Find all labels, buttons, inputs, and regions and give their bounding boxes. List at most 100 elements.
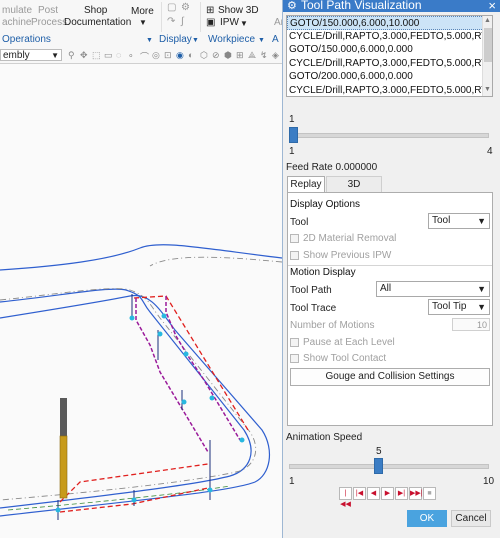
- curve-icon[interactable]: ∫: [181, 16, 184, 27]
- step-back-button[interactable]: |◀: [353, 487, 366, 500]
- step-forward-button[interactable]: ▶|: [395, 487, 408, 500]
- ipw-label[interactable]: IPW: [220, 17, 239, 28]
- operations-group-dropdown-icon[interactable]: ▼: [146, 35, 153, 46]
- camera-icon[interactable]: ◈: [272, 50, 279, 61]
- play-forward-button[interactable]: ▶: [381, 487, 394, 500]
- display-group-label[interactable]: Display: [159, 34, 192, 45]
- dialog-titlebar[interactable]: ⚙ Tool Path Visualization ×: [283, 0, 500, 13]
- cube-icon[interactable]: ⬢: [224, 50, 232, 61]
- more-label[interactable]: More: [131, 6, 154, 17]
- snap-icon[interactable]: ✥: [80, 50, 88, 61]
- listing-scrollbar[interactable]: ▲ ▼: [482, 16, 492, 96]
- direction-line-1: [57, 294, 211, 520]
- filter-icon[interactable]: ⚲: [68, 50, 75, 61]
- post-label[interactable]: Post: [38, 5, 58, 16]
- list-item[interactable]: GOTO/200.000,6.000,0.000: [287, 70, 492, 84]
- tool-dropdown[interactable]: Tool ▼: [428, 213, 490, 229]
- box-select-icon[interactable]: ▭: [104, 50, 113, 61]
- workpiece-group-dropdown-icon[interactable]: ▼: [258, 35, 265, 46]
- tab-replay[interactable]: Replay: [287, 176, 325, 192]
- grid-icon[interactable]: ⊞: [236, 50, 244, 61]
- feed-move-1: [135, 298, 209, 453]
- select-icon[interactable]: ⬚: [92, 50, 101, 61]
- close-icon[interactable]: ×: [488, 0, 496, 13]
- show-tool-contact-checkbox[interactable]: [290, 354, 299, 363]
- tool-dropdown-value: Tool: [432, 215, 451, 226]
- redo-icon[interactable]: ↷: [167, 16, 175, 27]
- list-item[interactable]: CYCLE/Drill,RAPTO,3.000,FEDTO,5.000,RTRC…: [287, 30, 492, 44]
- section-icon[interactable]: ⊘: [212, 50, 220, 61]
- animation-speed-track[interactable]: [289, 464, 489, 469]
- part-outline-outer: [0, 244, 282, 271]
- scroll-down-icon[interactable]: ▼: [484, 86, 491, 93]
- animation-speed-thumb[interactable]: [373, 458, 383, 474]
- chevron-down-icon: ▼: [477, 302, 486, 312]
- layer-icon[interactable]: ▢: [167, 2, 176, 13]
- workpiece-group-label[interactable]: Workpiece: [208, 34, 255, 45]
- show3d-icon[interactable]: ⊞: [206, 5, 214, 16]
- number-of-motions-value: 10: [476, 320, 487, 330]
- list-item[interactable]: GOTO/150.000,6.000,10.000: [287, 16, 492, 30]
- process-label[interactable]: Process: [31, 17, 67, 28]
- tool-path-dropdown[interactable]: All ▼: [376, 281, 490, 297]
- walk-icon[interactable]: ↯: [260, 50, 268, 61]
- rewind-to-start-button[interactable]: |◀◀: [339, 487, 352, 508]
- more-dropdown-icon[interactable]: ▼: [139, 17, 147, 28]
- triad-icon[interactable]: ⟁: [248, 50, 256, 61]
- cancel-button[interactable]: Cancel: [451, 510, 491, 527]
- tool-trace-dropdown[interactable]: Tool Tip ▼: [428, 299, 490, 315]
- fit-icon[interactable]: ⊡: [164, 50, 172, 61]
- scrollbar-thumb[interactable]: [484, 28, 492, 62]
- tool-path-label: Tool Path: [290, 285, 332, 296]
- ipw-dropdown-icon[interactable]: ▼: [240, 18, 248, 29]
- point-icon[interactable]: ∘: [128, 50, 134, 61]
- show3d-label[interactable]: Show 3D: [218, 5, 259, 16]
- gear-icon[interactable]: ⚙: [287, 0, 297, 12]
- tab-3d-dynamic[interactable]: 3D Dynamic: [326, 176, 382, 206]
- graphics-window[interactable]: [0, 64, 282, 538]
- fast-forward-end-button[interactable]: ▶▶|: [409, 487, 423, 500]
- number-of-motions-field[interactable]: 10: [452, 318, 490, 331]
- ribbon: mulate achine Post Process Shop Document…: [0, 0, 284, 48]
- machine-label[interactable]: achine: [2, 17, 31, 28]
- chevron-down-icon: ▼: [477, 284, 486, 294]
- pause-each-level-checkbox[interactable]: [290, 338, 299, 347]
- display-group-dropdown-icon[interactable]: ▼: [192, 35, 199, 46]
- list-item[interactable]: GOTO/150.000,6.000,0.000: [287, 43, 492, 57]
- position-slider-value: 1: [289, 114, 295, 125]
- feed-move-2: [165, 296, 241, 441]
- ok-button[interactable]: OK: [407, 510, 447, 527]
- a-group-label[interactable]: A: [272, 34, 279, 45]
- assembly-combo[interactable]: embly ▼: [0, 49, 62, 61]
- animation-speed-max: 10: [483, 476, 495, 487]
- view-icon[interactable]: ◎: [152, 50, 160, 61]
- position-slider-track[interactable]: [289, 133, 489, 138]
- shop-label[interactable]: Shop: [84, 5, 107, 16]
- wireframe-icon[interactable]: ⬡: [200, 50, 208, 61]
- curve-select-icon[interactable]: ⌒: [140, 50, 149, 63]
- settings-icon[interactable]: ⚙: [181, 2, 190, 13]
- simulate-label[interactable]: mulate: [2, 5, 32, 16]
- stop-button[interactable]: ■: [423, 487, 436, 500]
- gouge-collision-settings-button[interactable]: Gouge and Collision Settings: [290, 368, 490, 386]
- documentation-label[interactable]: Documentation: [64, 17, 131, 28]
- pause-each-level-label: Pause at Each Level: [303, 337, 395, 348]
- scroll-up-icon[interactable]: ▲: [484, 17, 491, 24]
- ipw-icon[interactable]: ▣: [206, 17, 215, 28]
- show-previous-ipw-checkbox[interactable]: [290, 251, 299, 260]
- operations-group-label[interactable]: Operations: [2, 34, 51, 45]
- lasso-icon[interactable]: ◌: [116, 50, 121, 60]
- list-item[interactable]: CYCLE/Drill,RAPTO,3.000,FEDTO,5.000,RTRC…: [287, 57, 492, 71]
- snap-point-icon[interactable]: ◉: [176, 50, 184, 61]
- list-item[interactable]: CYCLE/Drill,RAPTO,3.000,FEDTO,5.000,RTRC…: [287, 84, 492, 97]
- tool-label: Tool: [290, 217, 309, 228]
- tool-path-dropdown-value: All: [380, 283, 392, 294]
- drill-tool-shank: [60, 398, 67, 438]
- material-removal-2d-checkbox[interactable]: [290, 234, 299, 243]
- tool-trace-dropdown-value: Tool Tip: [432, 301, 467, 312]
- render-icon[interactable]: ◐: [188, 50, 193, 60]
- position-slider-thumb[interactable]: [289, 127, 298, 143]
- toolpath-listing[interactable]: GOTO/150.000,6.000,10.000 CYCLE/Drill,RA…: [286, 15, 493, 97]
- play-backward-button[interactable]: ◀: [367, 487, 380, 500]
- chevron-down-icon: ▼: [51, 51, 59, 60]
